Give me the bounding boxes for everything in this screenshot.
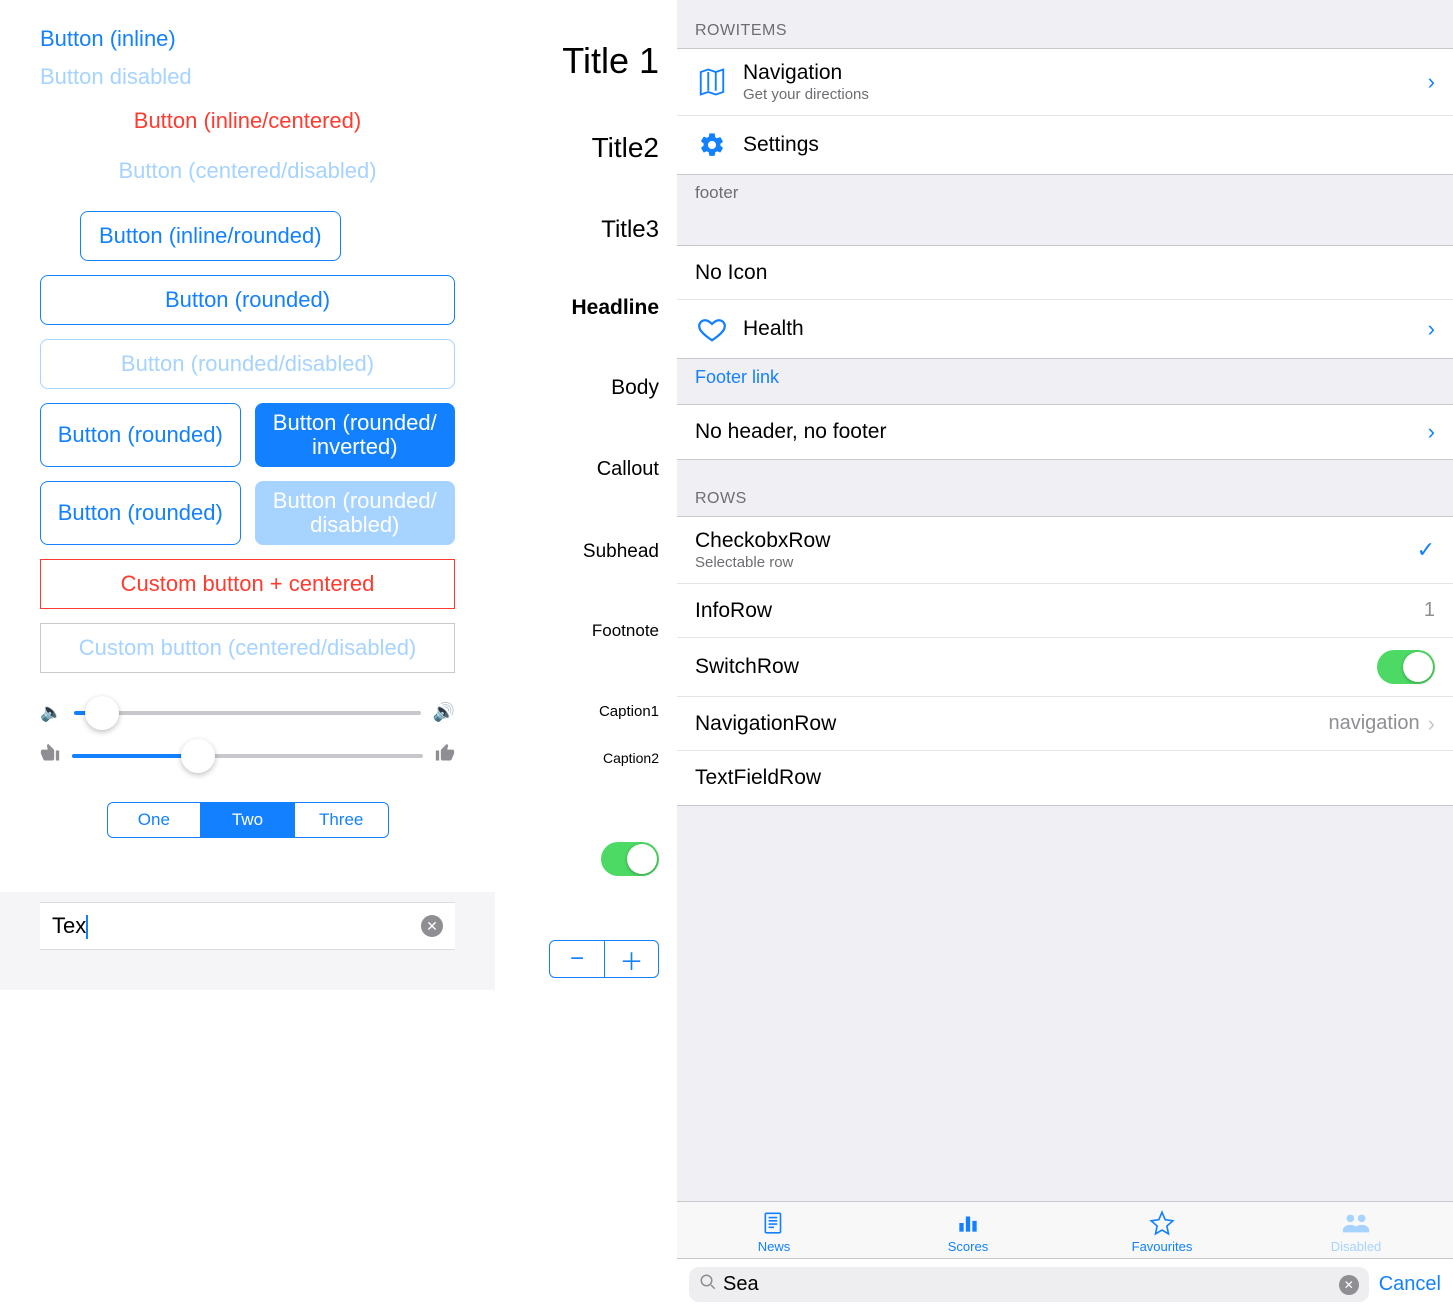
button-centered-disabled: Button (centered/disabled) bbox=[118, 152, 376, 190]
info-row-title: InfoRow bbox=[695, 599, 1424, 623]
row-settings-title: Settings bbox=[743, 133, 1435, 157]
button-rounded-inverted[interactable]: Button (rounded/ inverted) bbox=[255, 403, 456, 467]
row-health-title: Health bbox=[743, 317, 1428, 341]
button-rounded-disabled: Button (rounded/disabled) bbox=[40, 339, 455, 389]
right-panel: ROWITEMS Navigation Get your directions … bbox=[677, 0, 1453, 1310]
row-navigation-subtitle: Get your directions bbox=[743, 86, 1428, 103]
tab-disabled-label: Disabled bbox=[1259, 1239, 1453, 1254]
section-footer-text: footer bbox=[677, 175, 1453, 245]
search-input[interactable]: Sea ✕ bbox=[689, 1267, 1369, 1302]
section-header-rowitems: ROWITEMS bbox=[677, 0, 1453, 48]
people-icon bbox=[1259, 1208, 1453, 1238]
row-settings[interactable]: Settings bbox=[677, 116, 1453, 174]
stepper-minus[interactable]: − bbox=[550, 941, 604, 977]
tab-favourites-label: Favourites bbox=[1065, 1239, 1259, 1254]
caption1-label: Caption1 bbox=[599, 703, 659, 720]
text-input[interactable]: Tex ✕ bbox=[40, 902, 455, 950]
button-rounded-pair-left-2[interactable]: Button (rounded) bbox=[40, 481, 241, 545]
custom-button-disabled: Custom button (centered/disabled) bbox=[40, 623, 455, 673]
stepper-plus[interactable]: ＋ bbox=[604, 941, 658, 977]
segment-two[interactable]: Two bbox=[200, 803, 294, 837]
switch-row[interactable]: SwitchRow bbox=[677, 638, 1453, 697]
tab-news[interactable]: News bbox=[677, 1208, 871, 1254]
textfield-row-title: TextFieldRow bbox=[695, 766, 1435, 790]
left-panel: Button (inline) Button disabled Button (… bbox=[0, 0, 495, 1310]
stepper[interactable]: − ＋ bbox=[549, 940, 659, 978]
tab-scores-label: Scores bbox=[871, 1239, 1065, 1254]
search-icon bbox=[699, 1273, 717, 1296]
headline-label: Headline bbox=[571, 296, 659, 320]
title1-label: Title 1 bbox=[562, 40, 659, 82]
segmented-control[interactable]: One Two Three bbox=[107, 802, 389, 838]
info-row-value: 1 bbox=[1424, 599, 1435, 622]
volume-slider[interactable]: 🔈 🔊 bbox=[40, 702, 455, 723]
navigation-row-detail: navigation bbox=[1328, 712, 1419, 735]
subhead-label: Subhead bbox=[583, 541, 659, 563]
button-rounded[interactable]: Button (rounded) bbox=[40, 275, 455, 325]
thumbs-up-icon bbox=[435, 743, 455, 768]
search-value: Sea bbox=[723, 1273, 1339, 1296]
tab-favourites[interactable]: Favourites bbox=[1065, 1208, 1259, 1254]
tabbar: News Scores Favourites Disabled bbox=[677, 1201, 1453, 1258]
clear-text-icon[interactable]: ✕ bbox=[421, 915, 443, 937]
button-inline[interactable]: Button (inline) bbox=[40, 20, 176, 58]
chevron-right-icon: › bbox=[1428, 69, 1435, 95]
navigation-row[interactable]: NavigationRow navigation › bbox=[677, 697, 1453, 751]
row-navigation[interactable]: Navigation Get your directions › bbox=[677, 49, 1453, 116]
title2-label: Title2 bbox=[592, 132, 659, 164]
chevron-right-icon: › bbox=[1428, 419, 1435, 445]
row-no-icon[interactable]: No Icon bbox=[677, 246, 1453, 300]
textfield-row[interactable]: TextFieldRow bbox=[677, 751, 1453, 805]
segment-one[interactable]: One bbox=[108, 803, 201, 837]
body-label: Body bbox=[611, 376, 659, 400]
heart-icon bbox=[695, 312, 729, 346]
gear-icon bbox=[695, 128, 729, 162]
chevron-right-icon: › bbox=[1428, 316, 1435, 342]
star-icon bbox=[1065, 1208, 1259, 1238]
callout-label: Callout bbox=[597, 458, 659, 481]
button-rounded-pair-left[interactable]: Button (rounded) bbox=[40, 403, 241, 467]
bars-icon bbox=[871, 1208, 1065, 1238]
search-cancel[interactable]: Cancel bbox=[1379, 1273, 1441, 1296]
checkbox-row[interactable]: CheckobxRow Selectable row ✓ bbox=[677, 517, 1453, 584]
clear-search-icon[interactable]: ✕ bbox=[1339, 1275, 1359, 1295]
map-icon bbox=[695, 65, 729, 99]
footnote-label: Footnote bbox=[592, 621, 659, 641]
row-no-header-footer[interactable]: No header, no footer › bbox=[677, 405, 1453, 459]
custom-button-centered[interactable]: Custom button + centered bbox=[40, 559, 455, 609]
chevron-right-icon: › bbox=[1428, 711, 1435, 737]
segment-three[interactable]: Three bbox=[294, 803, 388, 837]
volume-low-icon: 🔈 bbox=[40, 702, 62, 723]
title3-label: Title3 bbox=[601, 216, 659, 244]
tab-scores[interactable]: Scores bbox=[871, 1208, 1065, 1254]
typography-panel: Title 1 Title2 Title3 Headline Body Call… bbox=[495, 0, 677, 1310]
button-inline-rounded[interactable]: Button (inline/rounded) bbox=[80, 211, 341, 261]
newspaper-icon bbox=[677, 1208, 871, 1238]
like-slider[interactable] bbox=[40, 743, 455, 768]
row-no-icon-title: No Icon bbox=[695, 261, 1435, 285]
button-rounded-inverted-disabled: Button (rounded/ disabled) bbox=[255, 481, 456, 545]
info-row[interactable]: InfoRow 1 bbox=[677, 584, 1453, 638]
tab-disabled: Disabled bbox=[1259, 1208, 1453, 1254]
checkmark-icon: ✓ bbox=[1417, 537, 1435, 563]
thumbs-down-icon bbox=[40, 743, 60, 768]
row-switch[interactable] bbox=[1377, 650, 1435, 684]
row-nhf-title: No header, no footer bbox=[695, 420, 1428, 444]
footer-link[interactable]: Footer link bbox=[677, 359, 1453, 404]
volume-high-icon: 🔊 bbox=[433, 702, 455, 723]
searchbar: Sea ✕ Cancel bbox=[677, 1258, 1453, 1310]
navigation-row-title: NavigationRow bbox=[695, 712, 1328, 736]
checkbox-row-subtitle: Selectable row bbox=[695, 554, 1417, 571]
row-navigation-title: Navigation bbox=[743, 61, 1428, 85]
caption2-label: Caption2 bbox=[603, 750, 659, 766]
button-inline-centered[interactable]: Button (inline/centered) bbox=[134, 102, 361, 140]
button-inline-disabled: Button disabled bbox=[40, 58, 192, 96]
standalone-switch[interactable] bbox=[601, 842, 659, 876]
checkbox-row-title: CheckobxRow bbox=[695, 529, 1417, 553]
tab-news-label: News bbox=[677, 1239, 871, 1254]
section-header-rows: ROWS bbox=[677, 460, 1453, 516]
switch-row-title: SwitchRow bbox=[695, 655, 1377, 679]
row-health[interactable]: Health › bbox=[677, 300, 1453, 358]
text-input-value: Tex bbox=[52, 913, 86, 938]
